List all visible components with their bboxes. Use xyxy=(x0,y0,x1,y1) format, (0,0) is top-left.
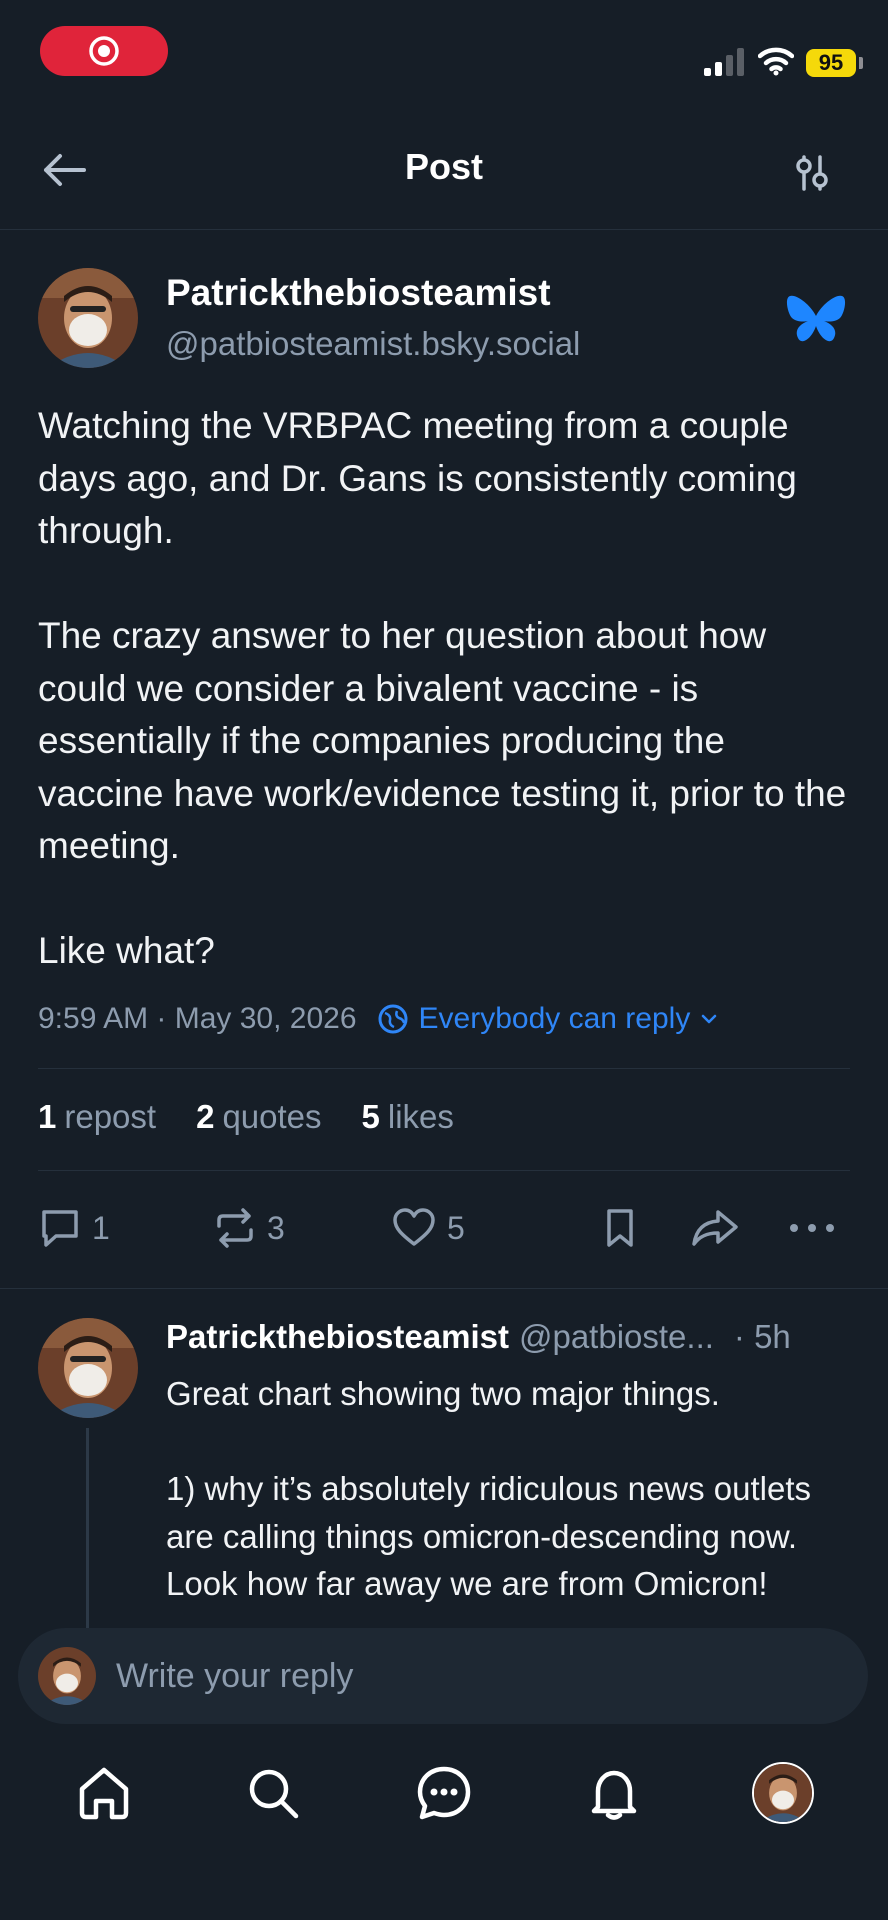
reply-body[interactable]: Great chart showing two major things. 1)… xyxy=(166,1370,856,1632)
chevron-down-icon xyxy=(702,1014,717,1024)
likes-stat[interactable]: 5 likes xyxy=(362,1098,454,1136)
reply-setting-button[interactable]: Everybody can reply xyxy=(377,1002,721,1036)
chat-icon xyxy=(417,1766,471,1820)
heart-icon xyxy=(393,1208,435,1246)
thread-line xyxy=(86,1428,89,1638)
avatar-photo-icon xyxy=(38,268,138,368)
share-arrow-icon xyxy=(692,1210,738,1246)
reply-count: 1 xyxy=(92,1209,110,1246)
ellipsis-icon xyxy=(790,1224,834,1232)
post-stats: 1 repost 2 quotes 5 likes xyxy=(38,1098,454,1136)
author-handle[interactable]: @patbiosteamist.bsky.social xyxy=(166,325,580,363)
battery-indicator: 95 xyxy=(806,49,856,77)
more-options-button[interactable] xyxy=(788,1200,846,1256)
record-icon xyxy=(89,36,119,66)
composer-placeholder: Write your reply xyxy=(116,1656,354,1695)
avatar-photo-icon xyxy=(38,1318,138,1418)
nav-chat[interactable] xyxy=(409,1758,479,1828)
author-avatar[interactable] xyxy=(38,268,138,368)
post-meta: 9:59 AM · May 30, 2026 Everybody can rep… xyxy=(38,1002,720,1036)
quotes-stat[interactable]: 2 quotes xyxy=(196,1098,321,1136)
like-count: 5 xyxy=(447,1209,465,1246)
search-icon xyxy=(249,1769,299,1819)
page-title: Post xyxy=(404,146,483,187)
thread-settings-button[interactable] xyxy=(788,148,836,198)
post-timestamp: 9:59 AM · May 30, 2026 xyxy=(38,1002,357,1035)
home-icon xyxy=(79,1767,129,1820)
post-body: Watching the VRBPAC meeting from a coupl… xyxy=(38,405,847,971)
speech-bubble-icon xyxy=(42,1210,78,1247)
nav-home[interactable] xyxy=(69,1758,139,1828)
nav-search[interactable] xyxy=(238,1758,308,1828)
divider xyxy=(38,1068,850,1069)
reply-composer[interactable]: Write your reply xyxy=(18,1628,868,1724)
repost-icon xyxy=(217,1208,253,1248)
bottom-nav xyxy=(0,1730,888,1860)
repost-count: 3 xyxy=(267,1209,285,1246)
reply-button[interactable]: 1 xyxy=(38,1200,110,1256)
composer-avatar xyxy=(38,1647,96,1705)
avatar-photo-icon xyxy=(38,1647,96,1705)
bluesky-butterfly-icon xyxy=(786,295,846,342)
divider xyxy=(38,1170,850,1171)
sliders-icon xyxy=(796,155,828,191)
reply-author-handle[interactable]: @patbioste... xyxy=(519,1318,714,1356)
top-bar: Post xyxy=(0,110,888,230)
reply-author-name[interactable]: Patrickthebiosteamist xyxy=(166,1318,509,1356)
bookmark-button[interactable] xyxy=(600,1200,650,1256)
post-actions: 1 3 5 xyxy=(38,1200,850,1256)
repost-button[interactable]: 3 xyxy=(213,1200,285,1256)
screen-recording-indicator[interactable] xyxy=(40,26,168,76)
profile-avatar xyxy=(754,1764,812,1822)
bookmark-icon xyxy=(607,1209,633,1247)
wifi-icon xyxy=(758,47,794,76)
cellular-signal-icon xyxy=(704,48,744,76)
battery-tip xyxy=(859,57,863,69)
reply-setting-label: Everybody can reply xyxy=(418,1002,691,1035)
globe-icon xyxy=(378,1004,408,1034)
reposts-stat[interactable]: 1 repost xyxy=(38,1098,156,1136)
reply-author-avatar[interactable] xyxy=(38,1318,138,1418)
author-name[interactable]: Patrickthebiosteamist xyxy=(166,272,551,314)
share-button[interactable] xyxy=(690,1200,750,1256)
like-button[interactable]: 5 xyxy=(391,1200,465,1256)
reply-time: · 5h xyxy=(733,1318,791,1355)
bell-icon xyxy=(591,1770,637,1820)
nav-notifications[interactable] xyxy=(579,1758,649,1828)
section-divider xyxy=(0,1288,888,1289)
nav-profile-avatar[interactable] xyxy=(752,1762,814,1824)
status-bar: 95 xyxy=(0,0,888,110)
reply-header: Patrickthebiosteamist @patbioste... · 5h xyxy=(166,1318,791,1356)
